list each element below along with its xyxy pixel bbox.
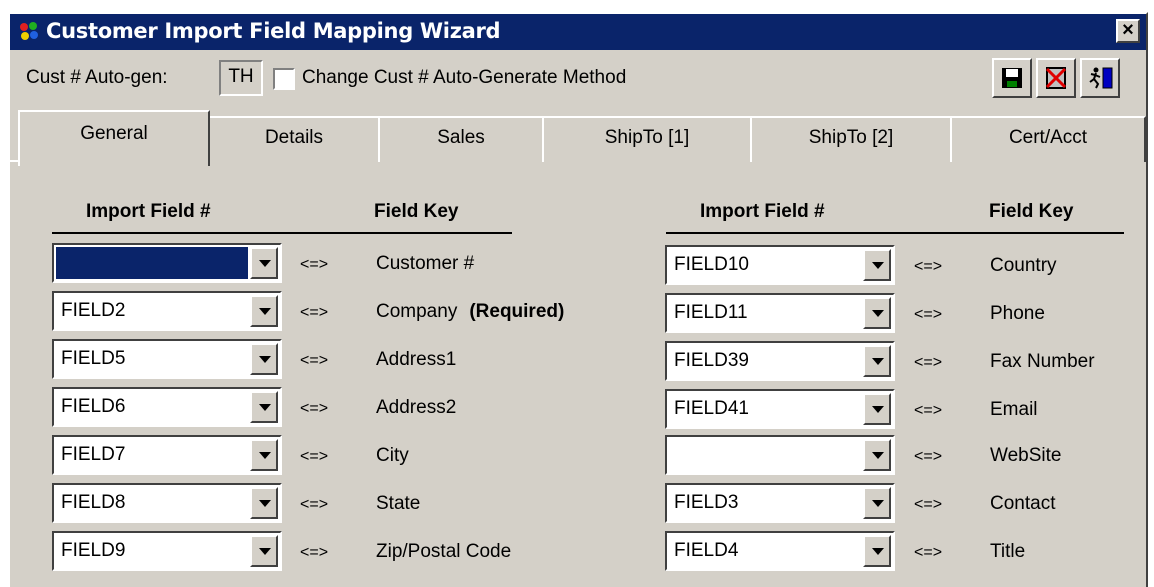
import-field-value: FIELD41 [674, 398, 749, 419]
field-key-label: Fax Number [990, 351, 1095, 372]
app-icon [18, 20, 40, 42]
import-field-value: FIELD7 [61, 444, 126, 465]
import-field-select[interactable]: FIELD7 [52, 435, 282, 475]
required-label: (Required) [469, 301, 565, 322]
mapping-arrow: <=> [914, 402, 943, 419]
chevron-down-icon[interactable] [863, 393, 891, 425]
title-bar[interactable]: Customer Import Field Mapping Wizard × [10, 14, 1146, 50]
tab-cert-acct[interactable]: Cert/Acct [950, 116, 1146, 162]
autogen-label: Cust # Auto-gen: [26, 67, 168, 88]
import-field-select[interactable]: FIELD10 [665, 245, 895, 285]
chevron-down-icon[interactable] [863, 297, 891, 329]
mapping-arrow: <=> [914, 448, 943, 465]
left-header-rule [52, 232, 512, 234]
field-key-label: Email [990, 399, 1038, 420]
import-field-select[interactable]: FIELD2 [52, 291, 282, 331]
tab-details[interactable]: Details [208, 116, 380, 162]
tab-sales[interactable]: Sales [378, 116, 544, 162]
mapping-arrow: <=> [300, 352, 329, 369]
left-import-field-header: Import Field # [86, 201, 211, 222]
field-key-label-company: Company (Required) [376, 301, 564, 323]
import-field-select[interactable]: FIELD9 [52, 531, 282, 571]
change-method-label[interactable]: Change Cust # Auto-Generate Method [302, 67, 626, 89]
import-field-value: FIELD4 [674, 540, 739, 561]
chevron-down-icon[interactable] [863, 345, 891, 377]
mapping-arrow: <=> [914, 306, 943, 323]
right-import-field-header: Import Field # [700, 201, 825, 222]
field-key-label: Contact [990, 493, 1056, 514]
mapping-arrow: <=> [300, 496, 329, 513]
close-button[interactable]: × [1116, 19, 1140, 43]
import-field-value: FIELD11 [674, 302, 748, 323]
field-key-label: Customer # [376, 253, 475, 274]
mapping-arrow: <=> [914, 496, 943, 513]
field-key-label: Phone [990, 303, 1045, 324]
save-icon [1002, 68, 1022, 88]
import-field-select[interactable] [665, 435, 895, 475]
import-field-select[interactable]: FIELD3 [665, 483, 895, 523]
autogen-value: TH [219, 60, 263, 96]
import-field-value: FIELD8 [61, 492, 126, 513]
save-button[interactable] [992, 58, 1032, 98]
field-key-label: City [376, 445, 409, 466]
field-key-label: WebSite [990, 445, 1062, 466]
cancel-icon [1045, 67, 1067, 89]
field-key-label: Zip/Postal Code [376, 541, 512, 562]
mapping-arrow: <=> [914, 354, 943, 371]
chevron-down-icon[interactable] [250, 439, 278, 471]
right-field-key-header: Field Key [989, 201, 1074, 222]
chevron-down-icon[interactable] [863, 535, 891, 567]
import-field-select[interactable]: FIELD5 [52, 339, 282, 379]
import-field-select[interactable]: FIELD39 [665, 341, 895, 381]
chevron-down-icon[interactable] [863, 487, 891, 519]
left-field-key-header: Field Key [374, 201, 459, 222]
exit-icon [1089, 67, 1113, 89]
tab-general[interactable]: General [18, 110, 210, 166]
import-field-value: FIELD39 [674, 350, 749, 371]
mapping-arrow: <=> [300, 448, 329, 465]
import-field-value: FIELD5 [61, 348, 126, 369]
import-wizard-window: Customer Import Field Mapping Wizard × C… [8, 12, 1148, 587]
import-field-value: FIELD2 [61, 300, 126, 321]
mapping-arrow: <=> [300, 400, 329, 417]
import-field-select[interactable]: FIELD4 [665, 531, 895, 571]
field-key-label: Title [990, 541, 1026, 562]
chevron-down-icon[interactable] [863, 439, 891, 471]
tab-shipto-1[interactable]: ShipTo [1] [542, 116, 752, 162]
field-key-label: Company [376, 301, 458, 322]
chevron-down-icon[interactable] [250, 391, 278, 423]
chevron-down-icon[interactable] [250, 487, 278, 519]
chevron-down-icon[interactable] [250, 247, 278, 279]
import-field-select[interactable] [52, 243, 282, 283]
window-title: Customer Import Field Mapping Wizard [46, 19, 501, 43]
import-field-value: FIELD3 [674, 492, 739, 513]
import-field-value: FIELD10 [674, 254, 749, 275]
right-header-rule [666, 232, 1124, 234]
field-key-label: Country [990, 255, 1057, 276]
cancel-button[interactable] [1036, 58, 1076, 98]
change-method-checkbox[interactable] [273, 68, 295, 90]
chevron-down-icon[interactable] [863, 249, 891, 281]
field-key-label: Address1 [376, 349, 457, 370]
field-key-label: Address2 [376, 397, 457, 418]
selection-highlight [56, 247, 248, 279]
import-field-select[interactable]: FIELD6 [52, 387, 282, 427]
chevron-down-icon[interactable] [250, 535, 278, 567]
import-field-select[interactable]: FIELD11 [665, 293, 895, 333]
exit-button[interactable] [1080, 58, 1120, 98]
chevron-down-icon[interactable] [250, 295, 278, 327]
mapping-arrow: <=> [914, 258, 943, 275]
mapping-arrow: <=> [300, 544, 329, 561]
import-field-select[interactable]: FIELD8 [52, 483, 282, 523]
tab-shipto-2[interactable]: ShipTo [2] [750, 116, 952, 162]
mapping-arrow: <=> [300, 304, 329, 321]
mapping-arrow: <=> [300, 256, 329, 273]
import-field-value: FIELD9 [61, 540, 126, 561]
chevron-down-icon[interactable] [250, 343, 278, 375]
import-field-select[interactable]: FIELD41 [665, 389, 895, 429]
import-field-value: FIELD6 [61, 396, 126, 417]
field-key-label: State [376, 493, 421, 514]
mapping-arrow: <=> [914, 544, 943, 561]
